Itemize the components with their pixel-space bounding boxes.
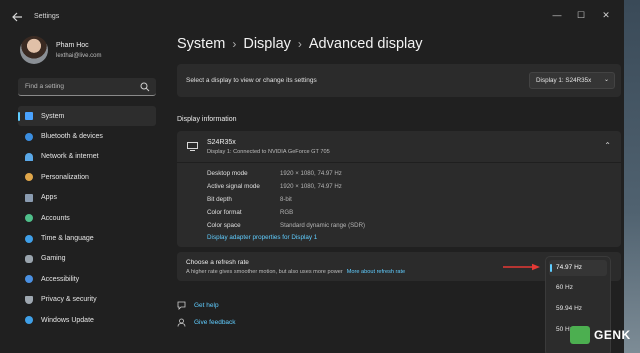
chevron-down-icon: ⌄ xyxy=(603,77,609,83)
display-info-card: S24R35x Display 1: Connected to NVIDIA G… xyxy=(177,131,621,247)
section-title: Display information xyxy=(177,116,237,123)
sidebar-item-label: Accessibility xyxy=(41,275,80,283)
search-input[interactable]: Find a setting xyxy=(18,78,156,96)
sidebar-item-bluetooth[interactable]: Bluetooth & devices xyxy=(18,126,156,146)
sidebar-item-system[interactable]: System xyxy=(18,106,156,127)
sidebar-item-label: Accounts xyxy=(41,214,70,222)
sidebar-item-privacy[interactable]: Privacy & security xyxy=(18,290,156,310)
prop-value: RGB xyxy=(280,209,294,216)
display-select-card: Select a display to view or change its s… xyxy=(177,64,621,97)
sidebar-item-label: Personalization xyxy=(41,173,89,181)
refresh-rate-desc-text: A higher rate gives smoother motion, but… xyxy=(186,269,343,275)
sidebar-item-label: Bluetooth & devices xyxy=(41,133,103,141)
prop-value: 1920 × 1080, 74.97 Hz xyxy=(280,170,342,177)
settings-window: Settings — ☐ ✕ Pham Hoc lexthai@live.com… xyxy=(0,0,624,353)
red-arrow-annotation xyxy=(503,263,540,271)
adapter-properties-link[interactable]: Display adapter properties for Display 1 xyxy=(207,234,317,241)
sidebar-item-accounts[interactable]: Accounts xyxy=(18,208,156,228)
selected-indicator xyxy=(550,264,552,272)
sidebar-item-label: System xyxy=(41,112,65,120)
update-icon xyxy=(25,316,33,325)
bluetooth-icon xyxy=(25,132,33,141)
sidebar-item-label: Network & internet xyxy=(41,153,99,161)
refresh-rate-title: Choose a refresh rate xyxy=(186,259,249,266)
refresh-rate-description: A higher rate gives smoother motion, but… xyxy=(186,269,405,275)
display-select-label: Select a display to view or change its s… xyxy=(186,77,317,84)
feedback-icon xyxy=(177,318,186,327)
sidebar-item-accessibility[interactable]: Accessibility xyxy=(18,269,156,289)
title-bar: Settings — ☐ ✕ xyxy=(0,0,624,34)
sidebar-nav: System Bluetooth & devices Network & int… xyxy=(18,106,156,330)
breadcrumb-display[interactable]: Display xyxy=(243,36,291,52)
sidebar-item-gaming[interactable]: Gaming xyxy=(18,249,156,269)
prop-label: Bit depth xyxy=(207,196,232,203)
maximize-button[interactable]: ☐ xyxy=(571,8,591,22)
globe-clock-icon xyxy=(25,234,33,243)
search-icon[interactable] xyxy=(140,82,150,92)
sidebar-item-network[interactable]: Network & internet xyxy=(18,147,156,167)
refresh-option[interactable]: 59.94 Hz xyxy=(556,305,582,312)
person-icon xyxy=(25,214,33,223)
minimize-button[interactable]: — xyxy=(547,8,567,22)
prop-label: Desktop mode xyxy=(207,170,248,177)
close-button[interactable]: ✕ xyxy=(596,8,616,22)
help-icon xyxy=(177,301,186,310)
sidebar-item-label: Apps xyxy=(41,194,57,202)
sidebar-item-label: Windows Update xyxy=(41,316,94,324)
monitor-connection: Display 1: Connected to NVIDIA GeForce G… xyxy=(207,149,330,155)
monitor-name: S24R35x xyxy=(207,139,236,146)
display-dropdown-value: Display 1: S24R35x xyxy=(536,77,592,84)
prop-label: Color format xyxy=(207,209,242,216)
refresh-rate-link[interactable]: More about refresh rate xyxy=(347,269,405,275)
genk-watermark: GENK xyxy=(570,325,636,347)
window-title: Settings xyxy=(34,13,60,20)
sidebar-item-windows-update[interactable]: Windows Update xyxy=(18,310,156,330)
sidebar-item-label: Time & language xyxy=(41,235,94,243)
refresh-option[interactable]: 60 Hz xyxy=(556,284,573,291)
brush-icon xyxy=(25,173,33,182)
apps-icon xyxy=(25,193,33,202)
sidebar-item-time-language[interactable]: Time & language xyxy=(18,228,156,248)
accessibility-icon xyxy=(25,275,33,284)
wifi-icon xyxy=(25,152,33,161)
breadcrumb-system[interactable]: System xyxy=(177,36,225,52)
breadcrumb: System › Display › Advanced display xyxy=(177,36,423,52)
refresh-option[interactable]: 74.97 Hz xyxy=(556,264,582,271)
avatar[interactable] xyxy=(20,36,48,64)
user-name: Pham Hoc xyxy=(56,42,89,49)
system-icon xyxy=(25,112,33,121)
sidebar-item-personalization[interactable]: Personalization xyxy=(18,167,156,187)
search-placeholder: Find a setting xyxy=(25,83,65,90)
sidebar-item-label: Privacy & security xyxy=(41,296,97,304)
get-help-label: Get help xyxy=(194,302,219,309)
sidebar-item-apps[interactable]: Apps xyxy=(18,188,156,208)
breadcrumb-separator: › xyxy=(232,37,237,51)
give-feedback-label: Give feedback xyxy=(194,319,236,326)
prop-value: 8-bit xyxy=(280,196,292,203)
page-title: Advanced display xyxy=(308,36,423,52)
prop-label: Color space xyxy=(207,222,241,229)
prop-value: Standard dynamic range (SDR) xyxy=(280,222,366,229)
monitor-icon xyxy=(187,142,198,151)
divider xyxy=(177,162,621,163)
breadcrumb-separator: › xyxy=(297,37,302,51)
give-feedback-link[interactable]: Give feedback xyxy=(177,318,236,327)
display-dropdown[interactable]: Display 1: S24R35x ⌄ xyxy=(529,72,615,89)
sidebar-item-label: Gaming xyxy=(41,255,66,263)
prop-label: Active signal mode xyxy=(207,183,260,190)
prop-value: 1920 × 1080, 74.97 Hz xyxy=(280,183,342,190)
chevron-up-icon[interactable]: ⌃ xyxy=(604,141,611,150)
back-arrow-icon[interactable] xyxy=(10,10,24,24)
watermark-text: GENK xyxy=(594,328,631,342)
genk-logo-icon xyxy=(570,326,590,344)
user-email: lexthai@live.com xyxy=(56,53,102,59)
get-help-link[interactable]: Get help xyxy=(177,301,219,310)
shield-icon xyxy=(25,295,33,304)
gamepad-icon xyxy=(25,254,33,263)
